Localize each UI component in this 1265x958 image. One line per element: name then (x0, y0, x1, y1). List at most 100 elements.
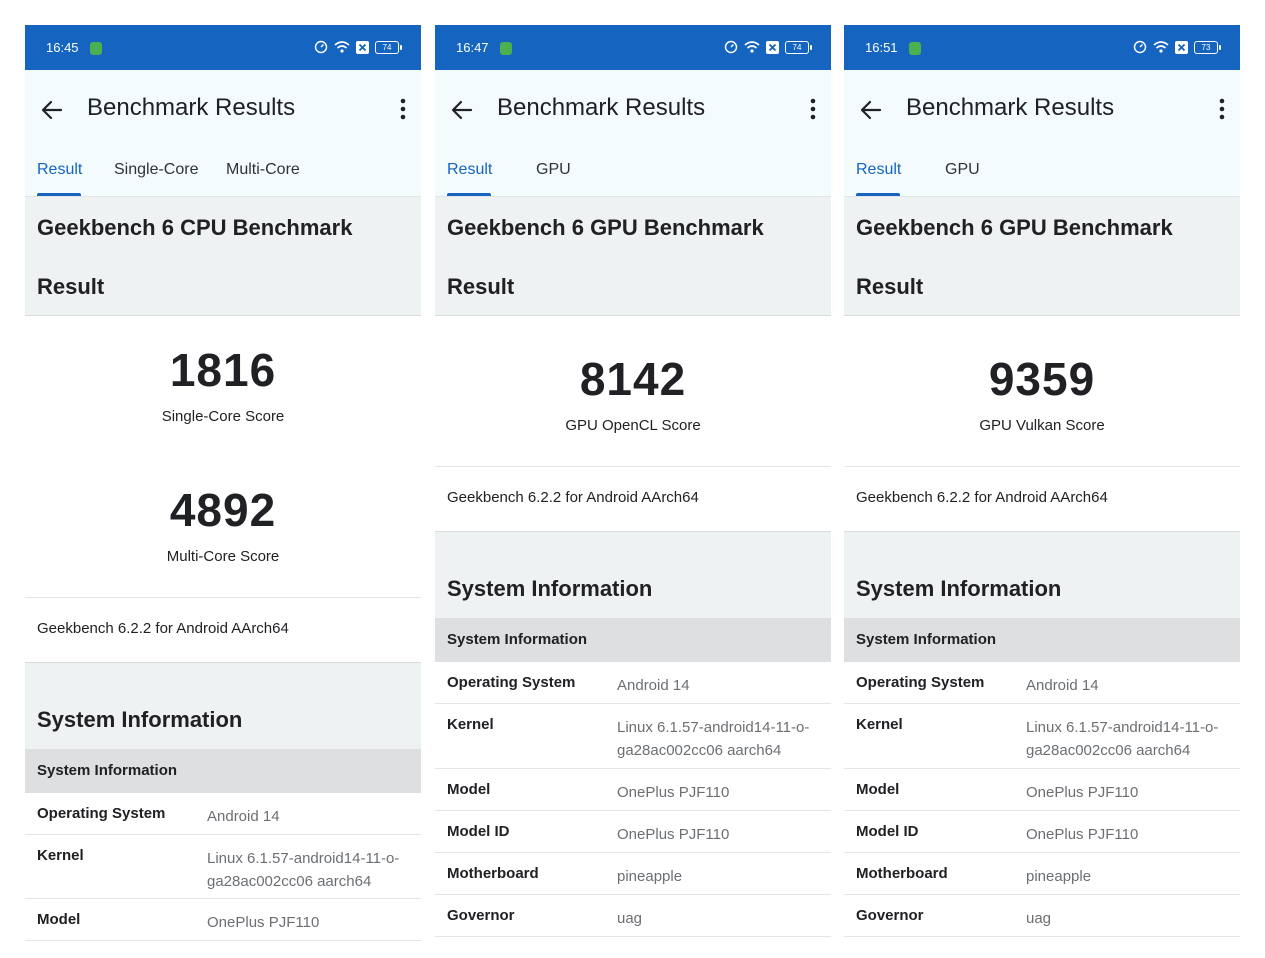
system-icons: 74 (314, 40, 402, 54)
phone-screen-cpu: 16:45 74 Benchmark Results Result Single… (25, 25, 421, 958)
info-key: Operating System (37, 805, 166, 822)
info-row-model: Model OnePlus PJF110 (435, 769, 831, 811)
result-heading: Result (447, 274, 515, 299)
battery-icon: 73 (1194, 40, 1221, 54)
tab-gpu[interactable]: GPU (536, 161, 571, 179)
active-tab-indicator (447, 193, 491, 196)
system-information-title: System Information (37, 707, 243, 732)
info-row-motherboard: Motherboard pineapple (435, 853, 831, 895)
info-key: Model ID (856, 823, 919, 840)
system-icons: 73 (1133, 40, 1221, 54)
version-row: Geekbench 6.2.2 for Android AArch64 (435, 466, 831, 531)
info-key: Kernel (37, 847, 84, 864)
battery-icon: 74 (375, 40, 402, 54)
tab-bar: Result GPU (844, 150, 1240, 197)
info-key: Governor (856, 907, 924, 924)
version-text: Geekbench 6.2.2 for Android AArch64 (447, 489, 699, 506)
system-information-subheader-label: System Information (37, 762, 178, 779)
wifi-icon (744, 41, 760, 53)
info-value: OnePlus PJF110 (617, 784, 730, 801)
info-row-operating-system: Operating System Android 14 (435, 662, 831, 704)
info-key: Motherboard (856, 865, 948, 882)
info-key: Governor (447, 907, 515, 924)
info-value: uag (617, 910, 643, 927)
tab-multi-core[interactable]: Multi-Core (226, 161, 300, 179)
info-key: Model (37, 911, 81, 928)
tab-result[interactable]: Result (856, 161, 901, 179)
arrow-back-icon[interactable] (449, 97, 475, 123)
info-row-motherboard: Motherboard pineapple (844, 853, 1240, 895)
info-key: Kernel (447, 716, 494, 733)
info-key: Motherboard (447, 865, 539, 882)
arrow-back-icon[interactable] (39, 97, 65, 123)
status-time: 16:47 (456, 40, 489, 55)
info-value: pineapple (617, 868, 683, 885)
info-key: Operating System (447, 674, 576, 691)
info-row-operating-system: Operating System Android 14 (25, 793, 421, 835)
tab-single-core[interactable]: Single-Core (114, 161, 198, 179)
info-key: Model (856, 781, 900, 798)
single-core-score: 1816 (169, 344, 277, 396)
speedometer-icon (724, 40, 738, 54)
status-time: 16:51 (865, 40, 898, 55)
result-heading: Result (856, 274, 924, 299)
close-box-icon (356, 40, 369, 54)
benchmark-header: Geekbench 6 GPU Benchmark Result (435, 197, 831, 316)
app-notification-icon (909, 42, 921, 55)
system-information-subheader: System Information (25, 749, 421, 793)
more-vert-icon[interactable] (803, 96, 823, 122)
system-information-title: System Information (447, 576, 653, 601)
info-row-model: Model OnePlus PJF110 (844, 769, 1240, 811)
info-row-kernel: Kernel Linux 6.1.57-android14-11-o-ga28a… (25, 835, 421, 899)
benchmark-header: Geekbench 6 GPU Benchmark Result (844, 197, 1240, 316)
page-title: Benchmark Results (497, 94, 706, 121)
status-bar: 16:47 74 (435, 25, 831, 70)
gpu-vulkan-score: 9359 (988, 353, 1096, 405)
status-bar: 16:45 74 (25, 25, 421, 70)
gpu-opencl-score-label: GPU OpenCL Score (565, 417, 701, 434)
battery-icon: 74 (785, 40, 812, 54)
status-time: 16:45 (46, 40, 79, 55)
info-key: Kernel (856, 716, 903, 733)
tab-bar: Result Single-Core Multi-Core (25, 150, 421, 197)
more-vert-icon[interactable] (393, 96, 413, 122)
info-key: Model ID (447, 823, 510, 840)
active-tab-indicator (37, 193, 81, 196)
tab-result[interactable]: Result (447, 161, 492, 179)
single-core-score-label: Single-Core Score (161, 408, 285, 425)
system-icons: 74 (724, 40, 812, 54)
system-information-section: System Information (25, 662, 421, 749)
system-information-section: System Information (435, 531, 831, 618)
info-row-governor: Governor uag (844, 895, 1240, 937)
info-value: Android 14 (1026, 677, 1099, 694)
system-information-section: System Information (844, 531, 1240, 618)
info-value: Android 14 (617, 677, 690, 694)
app-bar: Benchmark Results (25, 70, 421, 150)
system-information-subheader-label: System Information (447, 631, 588, 648)
info-row-model-id: Model ID OnePlus PJF110 (435, 811, 831, 853)
app-bar: Benchmark Results (435, 70, 831, 150)
info-value: OnePlus PJF110 (1026, 784, 1139, 801)
tab-gpu[interactable]: GPU (945, 161, 980, 179)
system-information-subheader: System Information (844, 618, 1240, 662)
benchmark-header: Geekbench 6 CPU Benchmark Result (25, 197, 421, 316)
info-row-kernel: Kernel Linux 6.1.57-android14-11-o-ga28a… (844, 704, 1240, 769)
more-vert-icon[interactable] (1212, 96, 1232, 122)
tab-result[interactable]: Result (37, 161, 82, 179)
result-heading: Result (37, 274, 105, 299)
app-notification-icon (90, 42, 102, 55)
score-section: 1816 Single-Core Score 4892 Multi-Core S… (25, 316, 421, 597)
info-row-kernel: Kernel Linux 6.1.57-android14-11-o-ga28a… (435, 704, 831, 769)
phone-screen-gpu-opencl: 16:47 74 Benchmark Results Result GPU Ge… (435, 25, 831, 958)
arrow-back-icon[interactable] (858, 97, 884, 123)
info-value: OnePlus PJF110 (1026, 826, 1139, 843)
info-key: Model (447, 781, 491, 798)
wifi-icon (1153, 41, 1169, 53)
info-value: uag (1026, 910, 1052, 927)
system-information-title: System Information (856, 576, 1062, 601)
benchmark-title: Geekbench 6 CPU Benchmark (37, 215, 353, 240)
system-information-subheader: System Information (435, 618, 831, 662)
info-row-model: Model OnePlus PJF110 (25, 899, 421, 941)
close-box-icon (1175, 40, 1188, 54)
gpu-vulkan-score-label: GPU Vulkan Score (979, 417, 1105, 434)
